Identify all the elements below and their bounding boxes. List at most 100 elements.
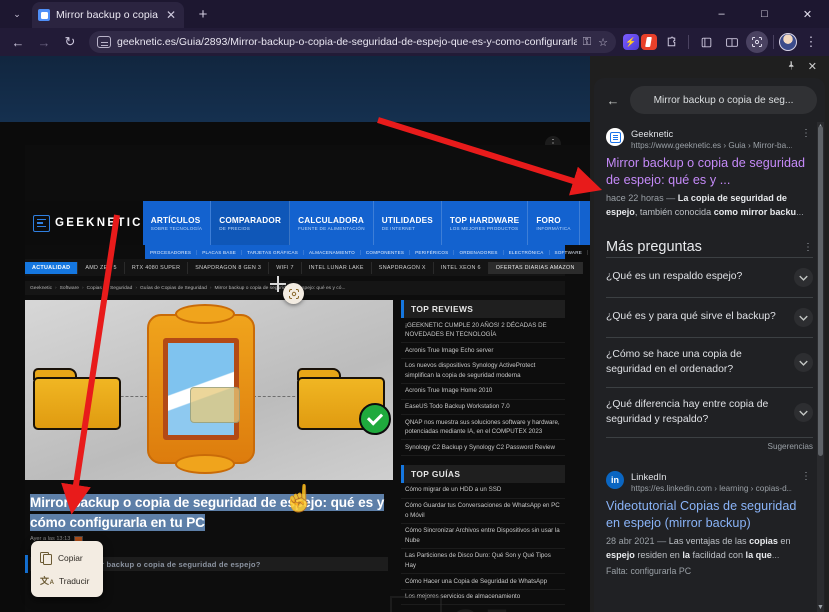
maximize-icon[interactable]: □ [743,0,786,28]
side-panel-icon[interactable] [720,30,744,54]
bookmark-star-icon[interactable]: ☆ [598,36,608,49]
paa-question-row[interactable]: ¿Cómo se hace una copia de seguridad en … [606,337,813,387]
side-panel-back-icon[interactable]: ← [602,89,624,111]
side-panel-scrollbar-thumb[interactable] [818,126,823,456]
subnav-item[interactable]: PERIFÉRICOS [410,249,455,255]
subnav-item[interactable]: PLACAS BASE [197,249,243,255]
lens-capture-icon[interactable] [283,283,304,304]
profile-avatar[interactable] [779,33,797,51]
result-kebab-icon[interactable]: ⋮ [799,128,813,140]
side-panel-close-icon[interactable]: ✕ [808,61,817,73]
rail-item[interactable]: ¡GEEKNETIC CUMPLE 20 AÑOS! 2 DÉCADAS DE … [401,318,565,344]
translate-icon: 文 [40,575,54,589]
side-panel-header: ✕ [590,56,829,78]
minimize-icon[interactable]: – [700,0,743,28]
people-also-ask-kebab-icon[interactable]: ⋮ [803,242,813,253]
paa-question-row[interactable]: ¿Qué es un respaldo espejo? [606,257,813,297]
address-bar[interactable]: geeknetic.es/Guia/2893/Mirror-backup-o-c… [89,31,616,53]
password-key-icon[interactable]: ⚿ [583,36,591,49]
rail-heading-top-reviews: TOP REVIEWS [401,300,565,318]
chevron-down-icon[interactable] [794,353,813,372]
rail-item[interactable]: QNAP nos muestra sus soluciones software… [401,415,565,441]
tag-snapdragon8[interactable]: SNAPDRAGON 8 GEN 3 [188,261,270,274]
rail-item[interactable]: Los mejores servicios de almacenamiento [401,590,565,606]
side-panel-search-input[interactable]: Mirror backup o copia de seg... [630,86,817,114]
tag-rtx-4080[interactable]: RTX 4080 SUPER [125,261,189,274]
subnav-item[interactable]: ORDENADORES [454,249,504,255]
reload-icon[interactable]: ↻ [58,30,82,54]
result-kebab-icon[interactable]: ⋮ [799,471,813,483]
chrome-menu-icon[interactable]: ⋮ [799,30,823,54]
reading-list-icon[interactable] [694,30,718,54]
site-logo[interactable]: GEEKNETIC [25,201,143,245]
tab-title: Mirror backup o copia de segu [56,9,158,21]
rail-item[interactable]: Acronis True Image Echo server [401,343,565,359]
rail-item[interactable]: Los nuevos dispositivos Synology ActiveP… [401,359,565,384]
snippet-plain-3: residen en [634,549,683,560]
back-icon[interactable]: ← [6,30,30,54]
subnav-item[interactable]: ELECTRÓNICA [504,249,550,255]
nav-item-comparador[interactable]: COMPARADOR DE PRECIOS [211,201,291,245]
tag-xeon-6[interactable]: INTEL XEON 6 [434,261,489,274]
result-title[interactable]: Videotutorial Copias de seguridad en esp… [606,498,813,531]
rail-item[interactable]: Cómo Guardar tus Conversaciones de Whats… [401,499,565,524]
google-lens-search-icon[interactable] [746,31,768,53]
chevron-down-icon[interactable] [794,403,813,422]
side-panel-results[interactable]: Geeknetic https://www.geeknetic.es › Gui… [594,122,825,612]
breadcrumb-item[interactable]: Guías de Copias de Seguridad [140,286,207,291]
extension-purple-icon[interactable] [623,34,639,50]
rail-item[interactable]: EaseUS Todo Backup Workstation 7.0 [401,400,565,416]
toolbar-divider-2 [773,35,774,49]
result-snippet: hace 22 horas — La copia de seguridad de… [606,192,813,219]
close-icon[interactable]: ✕ [164,9,178,21]
window-close-icon[interactable]: ✕ [786,0,829,28]
selected-headline-text: Mirror backup o copia de seguridad de es… [30,494,385,531]
chevron-down-icon[interactable] [794,308,813,327]
subnav-item[interactable]: COMPONENTES [361,249,411,255]
subnav-item[interactable]: ALMACENAMIENTO [304,249,361,255]
chevron-down-icon[interactable] [794,268,813,287]
extension-red-icon[interactable] [641,34,657,50]
breadcrumb-item[interactable]: Geeknetic [30,286,52,291]
nav-item-utilidades[interactable]: UTILIDADES DE INTERNET [374,201,442,245]
subnav-item[interactable]: PROCESADORES [145,249,198,255]
tag-ofertas[interactable]: OFERTAS DIARIAS AMAZON [488,261,583,274]
new-tab-button[interactable]: + [190,1,216,27]
paa-question-row[interactable]: ¿Qué diferencia hay entre copia de segur… [606,387,813,437]
nav-item-calculadora[interactable]: CALCULADORA FUENTE DE ALIMENTACIÓN [290,201,374,245]
rail-item[interactable]: Cómo Sincronizar Archivos entre Disposit… [401,524,565,549]
nav-label: CALCULADORA [298,216,364,225]
browser-tab[interactable]: Mirror backup o copia de segu ✕ [32,2,184,28]
breadcrumb-item[interactable]: Copias de Seguridad [87,286,133,291]
subnav-item[interactable]: SOFTWARE [550,249,588,255]
nav-label: COMPARADOR [219,216,282,225]
tag-wifi-7[interactable]: WIFI 7 [269,261,302,274]
rail-item[interactable]: Cómo Hacer una Copia de Seguridad de Wha… [401,574,565,590]
site-settings-icon[interactable] [97,36,111,48]
paa-question-row[interactable]: ¿Qué es y para qué sirve el backup? [606,297,813,337]
tag-snapdragon-x[interactable]: SNAPDRAGON X [372,261,434,274]
tag-lunar-lake[interactable]: INTEL LUNAR LAKE [302,261,372,274]
pin-icon[interactable] [786,60,796,74]
rail-item[interactable]: Acronis True Image Home 2010 [401,384,565,400]
context-menu-item-traducir[interactable]: 文 Traducir [31,569,103,592]
scroll-down-arrow-icon[interactable]: ▼ [817,603,824,612]
result-title[interactable]: Mirror backup o copia de seguridad de es… [606,155,813,188]
nav-item-articulos[interactable]: ARTÍCULOS SOBRE TECNOLOGÍA [143,201,212,245]
nav-item-foro[interactable]: FORO INFORMÁTICA [528,201,580,245]
breadcrumb-item[interactable]: Software [60,286,79,291]
tag-actualidad[interactable]: ACTUALIDAD [25,261,79,274]
check-badge-icon [359,403,391,435]
rail-item[interactable]: Synology C2 Backup y Synology C2 Passwor… [401,440,565,456]
nav-item-top-hardware[interactable]: TOP HARDWARE LOS MEJORES PRODUCTOS [442,201,529,245]
tab-search-icon[interactable]: ⌄ [4,1,30,27]
site-search-icon[interactable]: ⚲ [580,201,591,245]
copy-icon [40,552,52,565]
search-result-geeknetic: Geeknetic https://www.geeknetic.es › Gui… [606,122,813,219]
rail-item[interactable]: Cómo migrar de un HDD a un SSD [401,483,565,499]
tag-amd-zen-5[interactable]: AMD ZEN 5 [78,261,125,274]
rail-item[interactable]: Las Particiones de Disco Duro: Qué Son y… [401,549,565,575]
extensions-puzzle-icon[interactable] [659,30,683,54]
subnav-item[interactable]: TARJETAS GRÁFICAS [242,249,305,255]
context-menu-item-copiar[interactable]: Copiar [31,546,103,569]
